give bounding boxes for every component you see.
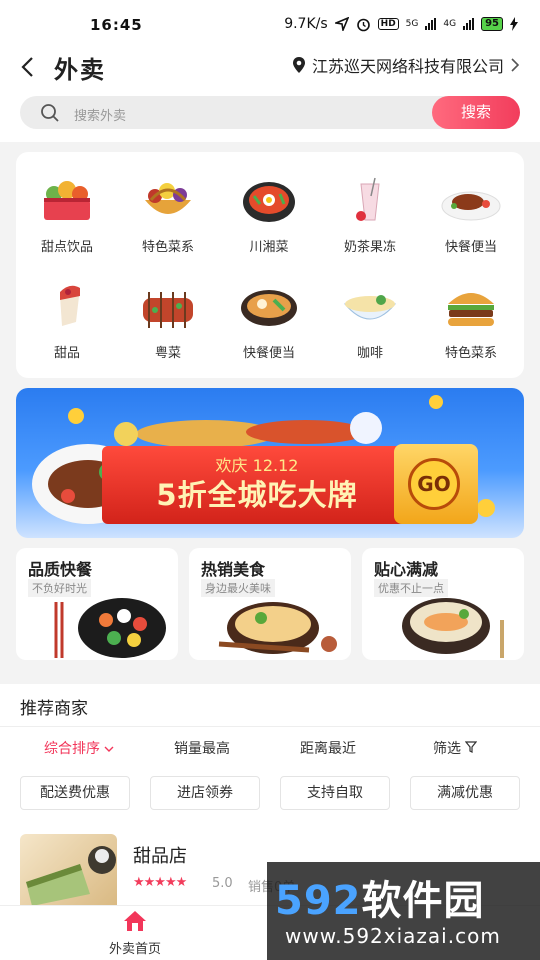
location-arrow-icon (334, 17, 349, 31)
filter-chip[interactable]: 配送费优惠 (20, 776, 130, 810)
charging-icon (510, 17, 518, 31)
net-speed: 9.7K/s (284, 16, 328, 32)
watermark-url: www.592xiazai.com (285, 924, 501, 948)
search-icon (41, 104, 59, 122)
promo-card[interactable]: 热销美食 身边最火美味 (189, 548, 351, 660)
map-pin-icon (292, 57, 305, 73)
net-4g-label: 4G (443, 19, 457, 29)
banner-headline: 5折全城吃大牌 (156, 478, 358, 512)
fruit-basket-icon (145, 183, 191, 214)
fish-soup-image (402, 598, 504, 658)
shop-image[interactable] (20, 834, 117, 914)
star-rating-icon: ★★★★★ (133, 875, 187, 890)
category-item[interactable]: 奶茶果冻 (320, 176, 420, 255)
milk-tea-icon (356, 177, 380, 221)
page-title: 外卖 (54, 56, 106, 84)
location-selector[interactable]: 江苏巡天网络科技有限公司 (292, 53, 520, 77)
skewers-icon (143, 292, 193, 328)
signal-icon (425, 18, 437, 30)
category-item[interactable]: 川湘菜 (219, 176, 319, 255)
search-input[interactable]: 搜索外卖 搜索 (20, 96, 520, 129)
chevron-down-icon (104, 746, 114, 752)
banner-go-box: GO (394, 444, 478, 524)
watermark-brand: 592软件园 (275, 878, 485, 924)
noodle-bowl-icon (343, 295, 397, 320)
category-item[interactable]: 特色菜系 (421, 282, 521, 361)
cake-slice-image (26, 846, 116, 906)
sushi-tray-image (54, 598, 166, 658)
noodle-plate-image (218, 602, 337, 654)
sort-comprehensive[interactable]: 综合排序 (44, 738, 114, 758)
divider (0, 726, 540, 727)
shop-name[interactable]: 甜品店 (133, 842, 187, 868)
alarm-icon (356, 18, 370, 31)
promo-cards: 品质快餐 不负好时光 热销美食 身边最火美味 贴心满减 优惠不止一点 (16, 548, 524, 660)
app-header: 外卖 江苏巡天网络科技有限公司 (0, 44, 540, 92)
tab-home-label: 外卖首页 (108, 942, 161, 957)
banner-ribbon: 欢庆 12.12 5折全城吃大牌 (102, 446, 412, 524)
category-item[interactable]: 甜品 (17, 282, 117, 361)
search-placeholder: 搜索外卖 (74, 109, 127, 124)
chevron-left-icon[interactable] (18, 52, 36, 82)
net-5g-label: 5G (405, 19, 419, 29)
category-item[interactable]: 粤菜 (118, 282, 218, 361)
filter-icon (465, 741, 478, 753)
steak-plate-icon (441, 191, 501, 221)
shop-score: 5.0 (212, 876, 233, 891)
filter-chip[interactable]: 支持自取 (280, 776, 390, 810)
bento-bowl-icon (241, 290, 297, 326)
hd-badge: HD (377, 18, 399, 30)
battery-icon: 95 (481, 17, 503, 31)
promo-banner[interactable]: 欢庆 12.12 5折全城吃大牌 GO (16, 388, 524, 538)
stone-pot-icon (243, 182, 295, 222)
search-row: 搜索外卖 搜索 (0, 92, 540, 142)
category-item[interactable]: 快餐便当 (219, 282, 319, 361)
burger-icon (448, 293, 494, 326)
category-item[interactable]: 特色菜系 (118, 176, 218, 255)
tab-home[interactable]: 外卖首页 (98, 910, 172, 957)
filter-chip[interactable]: 进店领券 (150, 776, 260, 810)
filter-chip[interactable]: 满减优惠 (410, 776, 520, 810)
filter-button[interactable]: 筛选 (433, 738, 478, 758)
signal-icon-2 (463, 18, 475, 30)
chevron-right-icon (511, 58, 520, 72)
category-item[interactable]: 快餐便当 (421, 176, 521, 255)
promo-card[interactable]: 品质快餐 不负好时光 (16, 548, 178, 660)
go-button[interactable]: GO (408, 458, 460, 510)
sort-distance[interactable]: 距离最近 (300, 738, 356, 758)
dessert-basket-icon (44, 181, 90, 220)
category-item[interactable]: 咖啡 (320, 282, 420, 361)
promo-card[interactable]: 贴心满减 优惠不止一点 (362, 548, 524, 660)
status-right: 9.7K/s HD 5G 4G 95 (284, 16, 518, 32)
search-button[interactable]: 搜索 (432, 96, 520, 129)
category-grid: 甜点饮品 特色菜系 川湘菜 奶茶果冻 快餐便当 甜品 粤菜 快餐便当 咖啡 特色… (16, 152, 524, 378)
home-icon (124, 911, 146, 931)
status-bar: 16:45 9.7K/s HD 5G 4G 95 (0, 0, 540, 44)
watermark: 592软件园 www.592xiazai.com (267, 862, 540, 960)
location-text: 江苏巡天网络科技有限公司 (311, 57, 504, 76)
section-title: 推荐商家 (20, 699, 88, 719)
status-time: 16:45 (90, 16, 143, 34)
cake-icon (60, 285, 80, 326)
category-item[interactable]: 甜点饮品 (17, 176, 117, 255)
sort-sales[interactable]: 销量最高 (174, 738, 230, 758)
